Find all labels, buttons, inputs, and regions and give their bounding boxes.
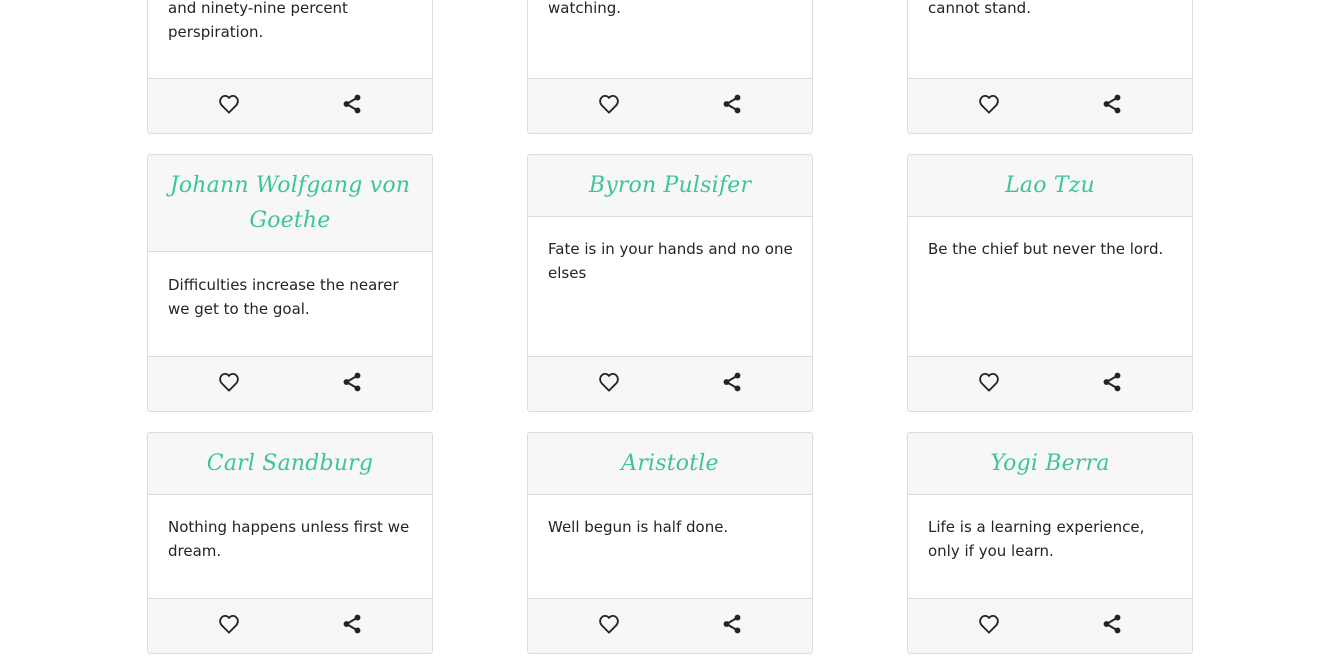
like-button[interactable] (976, 611, 1002, 637)
quote-text: Life is a learning experience, only if y… (928, 518, 1145, 560)
quote-card: Lao Tzu Be the chief but never the lord. (907, 154, 1193, 412)
quote-card: Aristotle Well begun is half done. (527, 432, 813, 654)
card-footer (528, 356, 812, 411)
quote-text: Well begun is half done. (548, 518, 729, 536)
share-button[interactable] (1099, 91, 1125, 117)
quote-text: cannot stand. (928, 0, 1031, 17)
share-button[interactable] (1099, 369, 1125, 395)
author-name: Aristotle (621, 451, 719, 476)
heart-icon (219, 94, 239, 114)
like-button[interactable] (216, 611, 242, 637)
card-footer (148, 356, 432, 411)
like-button[interactable] (216, 91, 242, 117)
heart-icon (219, 614, 239, 634)
like-button[interactable] (596, 91, 622, 117)
heart-icon (979, 614, 999, 634)
heart-icon (979, 94, 999, 114)
share-icon (723, 614, 741, 634)
share-icon (1103, 372, 1121, 392)
author-name: Carl Sandburg (206, 451, 374, 476)
quote-card: Byron Pulsifer Fate is in your hands and… (527, 154, 813, 412)
quote-card: cannot stand. (907, 0, 1193, 134)
heart-icon (599, 614, 619, 634)
card-header: Yogi Berra (908, 433, 1192, 495)
card-header: Lao Tzu (908, 155, 1192, 217)
card-footer (528, 78, 812, 133)
quote-text: Be the chief but never the lord. (928, 240, 1164, 258)
card-header: Johann Wolfgang von Goethe (148, 155, 432, 252)
heart-icon (219, 372, 239, 392)
share-icon (723, 372, 741, 392)
like-button[interactable] (976, 369, 1002, 395)
like-button[interactable] (596, 369, 622, 395)
card-header: Carl Sandburg (148, 433, 432, 495)
share-icon (343, 94, 361, 114)
share-button[interactable] (339, 91, 365, 117)
card-footer (148, 598, 432, 653)
card-footer (908, 78, 1192, 133)
share-icon (1103, 94, 1121, 114)
share-button[interactable] (1099, 611, 1125, 637)
share-button[interactable] (719, 91, 745, 117)
like-button[interactable] (216, 369, 242, 395)
share-icon (343, 614, 361, 634)
heart-icon (599, 372, 619, 392)
quote-text: Difficulties increase the nearer we get … (168, 276, 399, 318)
share-button[interactable] (719, 369, 745, 395)
author-name: Lao Tzu (1005, 173, 1095, 198)
card-header: Byron Pulsifer (528, 155, 812, 217)
quote-text: watching. (548, 0, 622, 17)
quote-card: watching. (527, 0, 813, 134)
card-footer (908, 356, 1192, 411)
card-header: Aristotle (528, 433, 812, 495)
quote-card: Yogi Berra Life is a learning experience… (907, 432, 1193, 654)
author-name: Yogi Berra (990, 451, 1110, 476)
quote-text: and ninety-nine percent perspiration. (168, 0, 348, 41)
share-button[interactable] (719, 611, 745, 637)
like-button[interactable] (596, 611, 622, 637)
author-name: Johann Wolfgang von Goethe (169, 173, 411, 233)
author-name: Byron Pulsifer (588, 173, 752, 198)
share-button[interactable] (339, 369, 365, 395)
card-footer (528, 598, 812, 653)
share-button[interactable] (339, 611, 365, 637)
card-footer (148, 78, 432, 133)
like-button[interactable] (976, 91, 1002, 117)
quote-card: Carl Sandburg Nothing happens unless fir… (147, 432, 433, 654)
share-icon (343, 372, 361, 392)
heart-icon (599, 94, 619, 114)
quote-card: and ninety-nine percent perspiration. (147, 0, 433, 134)
heart-icon (979, 372, 999, 392)
share-icon (1103, 614, 1121, 634)
quote-card: Johann Wolfgang von Goethe Difficulties … (147, 154, 433, 412)
share-icon (723, 94, 741, 114)
quote-text: Nothing happens unless first we dream. (168, 518, 410, 560)
quote-text: Fate is in your hands and no one elses (548, 240, 793, 282)
card-footer (908, 598, 1192, 653)
